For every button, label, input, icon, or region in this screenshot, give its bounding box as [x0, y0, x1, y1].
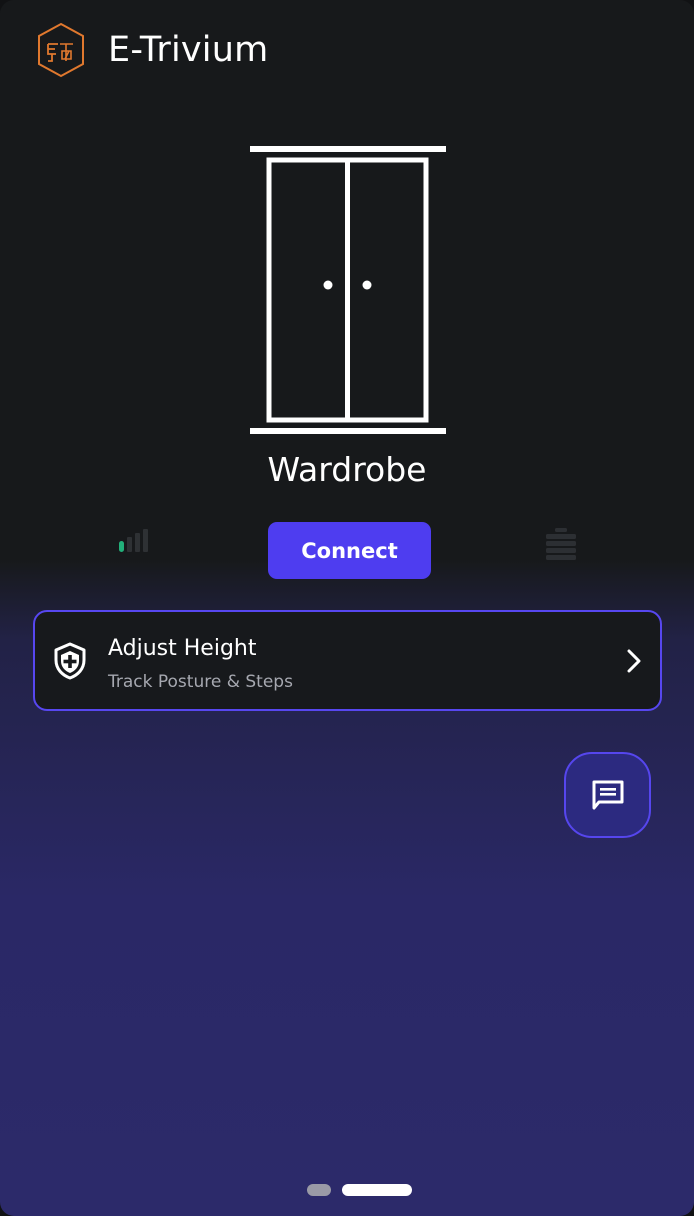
feature-subtitle: Track Posture & Steps [108, 672, 293, 692]
page-dot-2-active[interactable] [342, 1184, 412, 1196]
device-name: Wardrobe [267, 450, 427, 489]
page-indicator [0, 1183, 694, 1197]
feature-title: Adjust Height [108, 636, 257, 661]
chat-message-icon [592, 780, 623, 810]
battery-icon [546, 528, 576, 560]
feature-card-adjust-height[interactable]: Adjust Height Track Posture & Steps [33, 610, 662, 711]
page-dot-1[interactable] [307, 1184, 331, 1196]
app-title: E-Trivium [108, 30, 269, 70]
chat-button[interactable] [564, 752, 651, 838]
wardrobe-icon [250, 146, 446, 434]
connect-button[interactable]: Connect [268, 522, 431, 579]
shield-plus-icon [54, 642, 86, 680]
etrivium-hexagon-logo-icon [38, 22, 84, 78]
signal-strength-icon [119, 529, 148, 552]
header: E-Trivium [0, 0, 694, 110]
chevron-right-icon [627, 649, 641, 673]
app-screen: E-Trivium Wardrobe Connect Adjust Height… [0, 0, 694, 1216]
